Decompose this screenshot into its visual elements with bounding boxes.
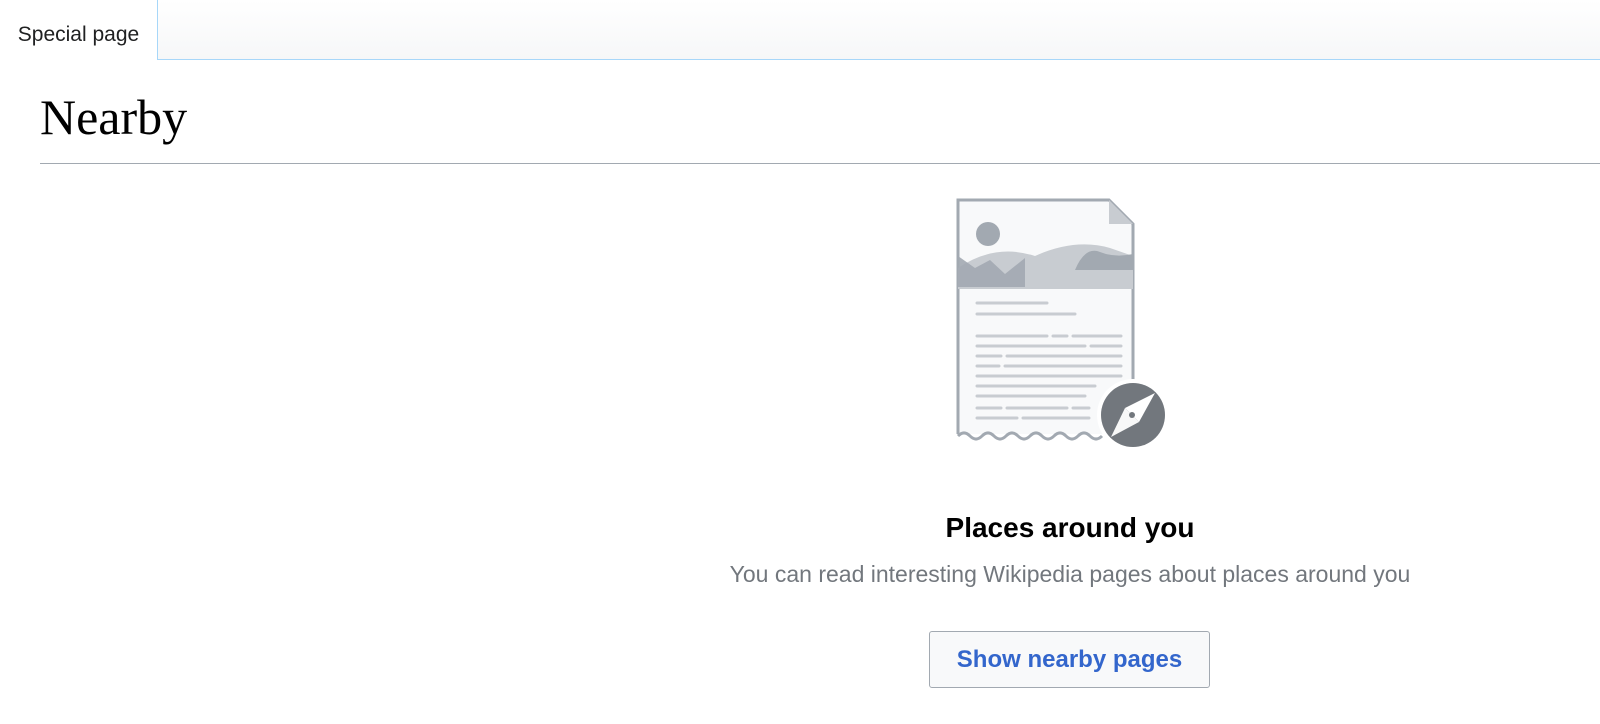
tab-special-page[interactable]: Special page [0, 0, 158, 60]
nearby-illustration [955, 198, 1175, 458]
show-nearby-pages-button[interactable]: Show nearby pages [929, 631, 1210, 688]
page-tab-bar: Special page [0, 0, 1600, 61]
empty-state-heading: Places around you [945, 512, 1195, 543]
tab-special-page-label: Special page [17, 23, 140, 46]
empty-state-description: You can read interesting Wikipedia pages… [729, 561, 1411, 587]
nearby-document-compass-icon [955, 198, 1169, 451]
title-divider [40, 163, 1600, 164]
page-title: Nearby [40, 89, 188, 145]
tab-active-underline-mask [0, 59, 157, 61]
